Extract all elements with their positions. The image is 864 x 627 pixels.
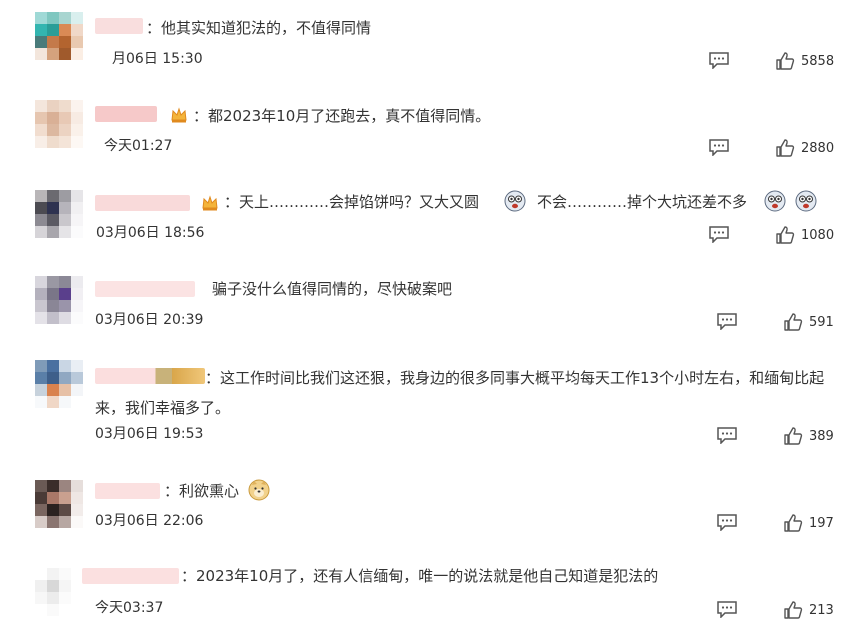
like-button[interactable]: 591	[783, 311, 834, 333]
comment-text: ：都2023年10月了还跑去，真不值得同情。	[193, 107, 491, 125]
comment-text: ：天上…………会掉馅饼吗？又大又圆	[224, 193, 480, 211]
thumb-up-icon	[784, 427, 803, 445]
doge-emoji	[248, 479, 270, 501]
username[interactable]	[95, 195, 190, 211]
comment-text: ：利欲熏心	[164, 482, 240, 500]
like-count: 213	[809, 602, 834, 618]
like-count: 197	[809, 515, 834, 531]
like-count: 1080	[801, 227, 835, 243]
username[interactable]	[95, 18, 143, 34]
like-button[interactable]: 389	[783, 425, 834, 447]
like-count: 389	[809, 428, 834, 444]
comment-text: ：这工作时间比我们这还狠，我身边的很多同事大概平均每天工作13个小时左右，和缅甸…	[95, 369, 825, 417]
thumb-up-icon	[776, 139, 795, 157]
comment-time: 今天03:37	[95, 600, 164, 616]
like-button[interactable]: 213	[783, 599, 834, 621]
dizzy-face-emoji	[764, 190, 786, 212]
like-button[interactable]: 5858	[775, 50, 834, 72]
avatar[interactable]	[35, 276, 83, 324]
comment-text: ：他其实知道犯法的，不值得同情	[146, 19, 372, 37]
like-count: 5858	[801, 53, 835, 69]
avatar[interactable]	[35, 480, 83, 528]
like-button[interactable]: 1080	[775, 224, 834, 246]
thumb-up-icon	[776, 226, 795, 244]
comment-time: 03月06日 20:39	[95, 312, 204, 328]
comment-time: 03月06日 22:06	[95, 513, 204, 529]
comment-time: 今天01:27	[104, 138, 173, 154]
thumb-up-icon	[776, 52, 795, 70]
dizzy-face-emoji	[504, 190, 526, 212]
comment-icon[interactable]	[716, 600, 738, 619]
like-count: 591	[809, 314, 834, 330]
comment-icon[interactable]	[716, 312, 738, 331]
thumb-up-icon	[784, 313, 803, 331]
comment-time: 03月06日 19:53	[95, 426, 204, 442]
crown-badge-icon	[201, 194, 219, 212]
avatar[interactable]	[35, 12, 83, 60]
thumb-up-icon	[784, 514, 803, 532]
crown-badge-icon	[170, 106, 188, 124]
like-button[interactable]: 197	[783, 512, 834, 534]
username[interactable]	[95, 281, 195, 297]
thumb-up-icon	[784, 601, 803, 619]
comment-icon[interactable]	[708, 225, 730, 244]
comment-icon[interactable]	[716, 513, 738, 532]
comment-icon[interactable]	[708, 51, 730, 70]
like-count: 2880	[801, 140, 835, 156]
comment-time: 03月06日 18:56	[96, 225, 205, 241]
comment-icon[interactable]	[708, 138, 730, 157]
username[interactable]	[95, 106, 157, 122]
comment-icon[interactable]	[716, 426, 738, 445]
like-button[interactable]: 2880	[775, 137, 834, 159]
dizzy-face-emoji	[795, 190, 817, 212]
avatar[interactable]	[35, 568, 83, 616]
avatar[interactable]	[35, 360, 83, 408]
comment-time: 月06日 15:30	[112, 51, 203, 67]
comment-text-continued: 不会…………掉个大坑还差不多	[537, 193, 748, 211]
username[interactable]	[95, 483, 160, 499]
username[interactable]	[82, 568, 179, 584]
comment-text: ：2023年10月了，还有人信缅甸，唯一的说法就是他自己知道是犯法的	[181, 567, 659, 585]
avatar[interactable]	[35, 190, 83, 238]
avatar[interactable]	[35, 100, 83, 148]
comment-text: 骗子没什么值得同情的，尽快破案吧	[212, 280, 453, 298]
